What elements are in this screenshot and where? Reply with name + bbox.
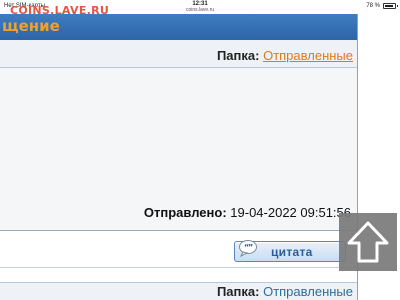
folder-label-bottom: Папка: bbox=[216, 284, 260, 299]
folder-info: Папка: Отправленные bbox=[217, 48, 353, 63]
folder-row-top: Папка: Отправленные bbox=[0, 40, 357, 68]
folder-link-sent[interactable]: Отправленные bbox=[263, 48, 353, 63]
sent-timestamp: Отправлено: 19-04-2022 09:51:56 bbox=[144, 205, 351, 220]
battery-percent: 78 % bbox=[366, 3, 380, 9]
arrow-up-icon bbox=[347, 221, 389, 263]
message-header-bar: щение bbox=[0, 14, 357, 40]
header-title: щение bbox=[2, 17, 60, 35]
folder-info-bottom: Папка: Отправленные bbox=[217, 284, 353, 299]
scroll-to-top-button[interactable] bbox=[339, 213, 397, 271]
message-body: Отправлено: 19-04-2022 09:51:56 bbox=[0, 68, 357, 231]
battery-icon bbox=[383, 3, 398, 9]
site-watermark: COINS.LAVE.RU bbox=[10, 4, 110, 17]
sent-label: Отправлено: bbox=[143, 205, 227, 220]
message-actions: “ ” цитата bbox=[0, 231, 357, 268]
quote-button-label: цитата bbox=[271, 245, 313, 259]
spacer bbox=[0, 268, 357, 282]
forum-page: Нет SIM-карты 12:31 coins.lave.ru 78 % C… bbox=[0, 0, 400, 300]
folder-link-sent-bottom[interactable]: Отправленные bbox=[263, 284, 353, 299]
folder-label: Папка: bbox=[216, 48, 260, 63]
svg-text:”: ” bbox=[248, 243, 253, 252]
sent-value: 19-04-2022 09:51:56 bbox=[230, 205, 351, 220]
speech-bubble-icon: “ ” bbox=[238, 239, 258, 258]
quote-button[interactable]: “ ” цитата bbox=[234, 239, 346, 262]
folder-row-bottom: Папка: Отправленные bbox=[0, 282, 357, 300]
